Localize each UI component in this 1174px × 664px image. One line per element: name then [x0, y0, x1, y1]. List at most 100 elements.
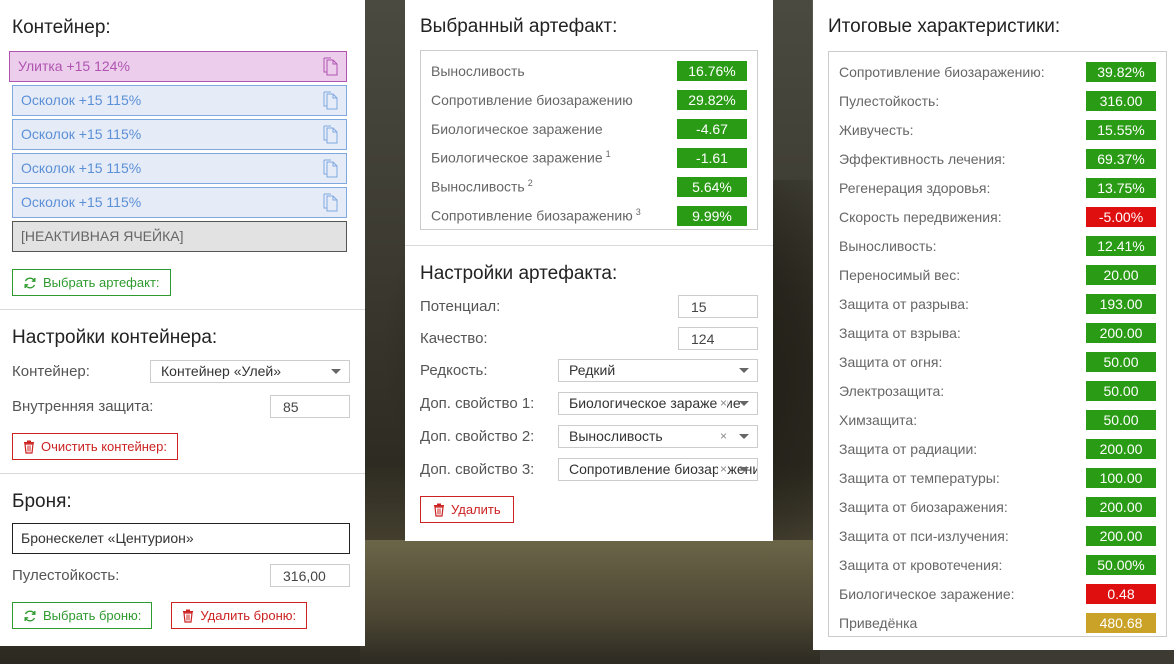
clear-icon[interactable]: ×: [717, 459, 727, 480]
artifact-settings-section: Настройки артефакта: Потенциал: Качество…: [405, 246, 773, 523]
artifact-stat-label: Выносливость 2: [431, 178, 533, 195]
copy-icon[interactable]: [322, 193, 338, 212]
select-armor-button[interactable]: Выбрать броню:: [12, 602, 153, 629]
container-slot[interactable]: Осколок +15 115%: [12, 153, 347, 184]
rarity-label: Редкость:: [420, 362, 488, 379]
armor-bulletproof-input[interactable]: [270, 564, 350, 587]
quality-row: Качество:: [420, 327, 758, 350]
container-type-select[interactable]: Контейнер «Улей»: [150, 360, 350, 383]
artifact-stat-value: 5.64%: [677, 176, 747, 197]
copy-icon[interactable]: [322, 57, 338, 76]
total-stat-value: 50.00: [1086, 351, 1156, 372]
container-slot[interactable]: Осколок +15 115%: [12, 85, 347, 116]
armor-name: Бронескелет «Центурион»: [21, 530, 194, 546]
total-stat-row: Защита от огня: 50.00: [839, 347, 1156, 376]
inactive-slot: [НЕАКТИВНАЯ ЯЧЕЙКА]: [12, 221, 347, 252]
refresh-icon: [24, 277, 36, 288]
clear-container-label: Очистить контейнер:: [41, 439, 167, 454]
total-stat-value: 200.00: [1086, 322, 1156, 343]
delete-artifact-label: Удалить: [451, 502, 501, 517]
rarity-select[interactable]: Редкий: [558, 359, 758, 382]
container-slot[interactable]: Осколок +15 115%: [12, 119, 347, 150]
armor-bulletproof-row: Пулестойкость:: [12, 564, 350, 587]
total-stat-row: Эффективность лечения: 69.37%: [839, 144, 1156, 173]
total-stat-label: Защита от радиации:: [839, 440, 978, 457]
artifact-stat-value: -4.67: [677, 118, 747, 139]
slot-label: Осколок +15 115%: [21, 92, 142, 108]
clear-container-button[interactable]: Очистить контейнер:: [12, 433, 178, 460]
total-stat-label: Выносливость:: [839, 237, 937, 254]
prop3-row: Доп. свойство 3: Сопротивление биозараже…: [420, 458, 758, 481]
delete-armor-button[interactable]: Удалить броню:: [171, 602, 308, 629]
total-stat-value: 12.41%: [1086, 235, 1156, 256]
trash-icon: [24, 440, 34, 454]
prop1-select[interactable]: Биологическое заражение ×: [558, 392, 758, 415]
rarity-value: Редкий: [569, 362, 616, 378]
quality-input[interactable]: [678, 327, 758, 350]
total-stat-row: Выносливость: 12.41%: [839, 231, 1156, 260]
stat-footnote: 2: [527, 178, 533, 189]
container-slot[interactable]: Осколок +15 115%: [12, 187, 347, 218]
container-settings-section: Настройки контейнера: Контейнер: Контейн…: [0, 310, 365, 474]
select-artifact-button[interactable]: Выбрать артефакт:: [12, 269, 171, 296]
total-stat-label: Защита от взрыва:: [839, 324, 961, 341]
total-stat-row: Защита от разрыва: 193.00: [839, 289, 1156, 318]
total-stat-row: Защита от пси-излучения: 200.00: [839, 521, 1156, 550]
total-stat-label: Регенерация здоровья:: [839, 179, 991, 196]
container-settings-title: Настройки контейнера:: [12, 327, 218, 348]
select-artifact-label: Выбрать артефакт:: [43, 275, 160, 290]
total-stat-row: Переносимый вес: 20.00: [839, 260, 1156, 289]
prop3-value: Сопротивление биозаражению: [569, 461, 758, 477]
potential-input[interactable]: [678, 295, 758, 318]
selected-artifact-section: Выбранный артефакт: Выносливость 16.76% Со…: [405, 0, 773, 246]
potential-row: Потенциал:: [420, 295, 758, 318]
total-stat-row: Биологическое заражение: 0.48: [839, 579, 1156, 608]
delete-artifact-button[interactable]: Удалить: [420, 496, 514, 523]
stat-footnote: 1: [605, 149, 611, 160]
totals-stats: Сопротивление биозаражению: 39.82% Пулесто…: [828, 51, 1167, 637]
total-stat-row: Защита от биозаражения: 200.00: [839, 492, 1156, 521]
artifact-stat-label: Сопротивление биозаражению 3: [431, 207, 641, 224]
armor-name-field[interactable]: Бронескелет «Центурион»: [12, 523, 350, 554]
chevron-down-icon: [739, 467, 749, 472]
container-slot[interactable]: Улитка +15 124%: [9, 51, 347, 82]
total-stat-label: Пулестойкость:: [839, 92, 940, 109]
artifact-stat-label: Сопротивление биозаражению: [431, 91, 633, 108]
potential-label: Потенциал:: [420, 298, 501, 315]
total-stat-label: Живучесть:: [839, 121, 914, 138]
total-stat-value: 13.75%: [1086, 177, 1156, 198]
right-panel: Итоговые характеристики: Сопротивление б…: [813, 0, 1174, 650]
total-stat-label: Защита от разрыва:: [839, 295, 969, 312]
total-stat-label: Защита от огня:: [839, 353, 943, 370]
chevron-down-icon: [739, 401, 749, 406]
total-stat-row: Живучесть: 15.55%: [839, 115, 1156, 144]
select-armor-label: Выбрать броню:: [43, 608, 142, 623]
total-stat-label: Переносимый вес:: [839, 266, 961, 283]
prop2-row: Доп. свойство 2: Выносливость ×: [420, 425, 758, 448]
total-stat-row: Защита от кровотечения: 50.00%: [839, 550, 1156, 579]
artifact-stat-row: Сопротивление биозаражению 29.82%: [431, 85, 747, 114]
artifact-stat-value: 9.99%: [677, 205, 747, 226]
armor-title: Броня:: [12, 491, 72, 512]
prop2-select[interactable]: Выносливость ×: [558, 425, 758, 448]
total-stat-label: Эффективность лечения:: [839, 150, 1006, 167]
copy-icon[interactable]: [322, 91, 338, 110]
copy-icon[interactable]: [322, 159, 338, 178]
copy-icon[interactable]: [322, 125, 338, 144]
artifact-stat-value: -1.61: [677, 147, 747, 168]
prop2-value: Выносливость: [569, 428, 663, 444]
clear-icon[interactable]: ×: [717, 426, 727, 447]
prop1-row: Доп. свойство 1: Биологическое заражение…: [420, 392, 758, 415]
container-section: Контейнер: Улитка +15 124% Осколок +15 11…: [0, 0, 365, 310]
total-stat-value: 316.00: [1086, 90, 1156, 111]
prop3-select[interactable]: Сопротивление биозаражению ×: [558, 458, 758, 481]
slot-label: Осколок +15 115%: [21, 126, 142, 142]
total-stat-value: 50.00: [1086, 409, 1156, 430]
clear-icon[interactable]: ×: [717, 393, 727, 414]
total-stat-label: Защита от кровотечения:: [839, 556, 1003, 573]
stat-footnote: 3: [635, 207, 641, 218]
inner-protection-input[interactable]: [270, 395, 350, 418]
prop1-value: Биологическое заражение: [569, 395, 741, 411]
left-panel: Контейнер: Улитка +15 124% Осколок +15 11…: [0, 0, 365, 646]
prop2-label: Доп. свойство 2:: [420, 428, 535, 445]
